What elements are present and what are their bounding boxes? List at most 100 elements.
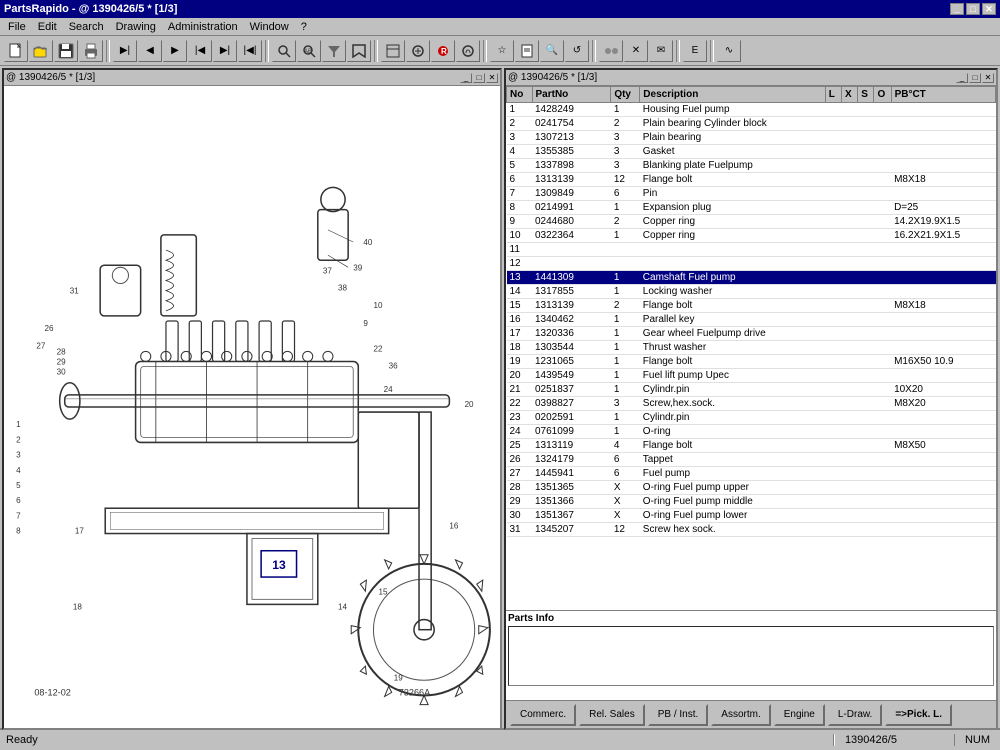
- table-cell: 0214991: [532, 201, 611, 215]
- assortm-button[interactable]: Assortm.: [711, 704, 770, 726]
- table-cell: [842, 523, 858, 537]
- toolbar-filter[interactable]: [322, 40, 346, 62]
- table-cell: 14.2X19.9X1.5: [891, 215, 995, 229]
- table-row[interactable]: 1613404621Parallel key: [507, 313, 996, 327]
- toolbar-wave[interactable]: ∿: [717, 40, 741, 62]
- parts-table-wrapper[interactable]: No PartNo Qty Description L X S O PB°CT …: [506, 86, 996, 610]
- table-row[interactable]: 281351365XO-ring Fuel pump upper: [507, 481, 996, 495]
- l-draw-button[interactable]: L-Draw.: [828, 704, 882, 726]
- left-min-button[interactable]: _: [460, 73, 472, 83]
- table-cell: 4: [507, 145, 533, 159]
- menu-administration[interactable]: Administration: [162, 19, 244, 35]
- toolbar-nav3[interactable]: ▶: [163, 40, 187, 62]
- toolbar-x-btn[interactable]: ✕: [624, 40, 648, 62]
- table-row[interactable]: 1912310651Flange boltM16X50 10.9: [507, 355, 996, 369]
- engine-button[interactable]: Engine: [774, 704, 825, 726]
- table-row[interactable]: 313072133Plain bearing: [507, 131, 996, 145]
- toolbar-nav5[interactable]: ▶|: [213, 40, 237, 62]
- table-row[interactable]: 802149911Expansion plugD=25: [507, 201, 996, 215]
- table-row[interactable]: 1513131392Flange boltM8X18: [507, 299, 996, 313]
- table-row[interactable]: 2714459416Fuel pump: [507, 467, 996, 481]
- table-row[interactable]: 902446802Copper ring14.2X19.9X1.5: [507, 215, 996, 229]
- close-button[interactable]: ✕: [982, 3, 996, 15]
- toolbar-mail[interactable]: ✉: [649, 40, 673, 62]
- left-close-button[interactable]: ✕: [486, 73, 498, 83]
- left-max-button[interactable]: □: [473, 73, 485, 83]
- menu-drawing[interactable]: Drawing: [110, 19, 162, 35]
- toolbar-refresh[interactable]: ↺: [565, 40, 589, 62]
- pick-l-button[interactable]: =>Pick. L.: [885, 704, 952, 726]
- table-row[interactable]: 2513131194Flange boltM8X50: [507, 439, 996, 453]
- table-row[interactable]: 202417542Plain bearing Cylinder block: [507, 117, 996, 131]
- table-row[interactable]: 1314413091Camshaft Fuel pump: [507, 271, 996, 285]
- toolbar-extra1[interactable]: [381, 40, 405, 62]
- left-window-title-text: @ 1390426/5 * [1/3]: [6, 72, 95, 83]
- table-cell: [825, 159, 841, 173]
- toolbar-doc[interactable]: [515, 40, 539, 62]
- table-cell: 1317855: [532, 285, 611, 299]
- table-row[interactable]: 12: [507, 257, 996, 271]
- toolbar-nav4[interactable]: |◀: [188, 40, 212, 62]
- table-cell: 1445941: [532, 467, 611, 481]
- toolbar-save[interactable]: [54, 40, 78, 62]
- pb-inst-button[interactable]: PB / Inst.: [648, 704, 709, 726]
- table-cell: [858, 313, 874, 327]
- toolbar-open[interactable]: [29, 40, 53, 62]
- table-row[interactable]: 2014395491Fuel lift pump Upec: [507, 369, 996, 383]
- table-cell: [891, 341, 995, 355]
- table-row[interactable]: 513378983Blanking plate Fuelpump: [507, 159, 996, 173]
- toolbar-print[interactable]: [79, 40, 103, 62]
- table-row[interactable]: 2203988273Screw,hex.sock.M8X20: [507, 397, 996, 411]
- toolbar-bookmark[interactable]: [347, 40, 371, 62]
- table-row[interactable]: 31134520712Screw hex sock.: [507, 523, 996, 537]
- toolbar-search2[interactable]: AB: [297, 40, 321, 62]
- table-row[interactable]: 2302025911Cylindr.pin: [507, 411, 996, 425]
- right-max-button[interactable]: □: [969, 73, 981, 83]
- right-min-button[interactable]: _: [956, 73, 968, 83]
- table-row[interactable]: 713098496Pin: [507, 187, 996, 201]
- table-cell: 1439549: [532, 369, 611, 383]
- table-row[interactable]: 11: [507, 243, 996, 257]
- table-cell: O-ring Fuel pump middle: [640, 495, 825, 509]
- table-row[interactable]: 1713203361Gear wheel Fuelpump drive: [507, 327, 996, 341]
- menu-edit[interactable]: Edit: [32, 19, 63, 35]
- toolbar-search3[interactable]: 🔍: [540, 40, 564, 62]
- toolbar-search1[interactable]: [272, 40, 296, 62]
- status-num: NUM: [954, 734, 1000, 746]
- right-close-button[interactable]: ✕: [982, 73, 994, 83]
- toolbar-star[interactable]: ☆: [490, 40, 514, 62]
- table-cell: [858, 159, 874, 173]
- table-row[interactable]: 1413178551Locking washer: [507, 285, 996, 299]
- commerce-button[interactable]: Commerc.: [510, 704, 576, 726]
- table-cell: 0251837: [532, 383, 611, 397]
- maximize-button[interactable]: □: [966, 3, 980, 15]
- toolbar-nav6[interactable]: |◀|: [238, 40, 262, 62]
- table-row[interactable]: 1813035441Thrust washer: [507, 341, 996, 355]
- table-row[interactable]: 2613241796Tappet: [507, 453, 996, 467]
- toolbar-E[interactable]: E: [683, 40, 707, 62]
- table-row[interactable]: 6131313912Flange boltM8X18: [507, 173, 996, 187]
- toolbar-extra3[interactable]: R: [431, 40, 455, 62]
- table-row[interactable]: 413553853Gasket: [507, 145, 996, 159]
- menu-help[interactable]: ?: [295, 19, 313, 35]
- table-row[interactable]: 2407610991O-ring: [507, 425, 996, 439]
- menu-search[interactable]: Search: [63, 19, 110, 35]
- table-row[interactable]: 291351366XO-ring Fuel pump middle: [507, 495, 996, 509]
- toolbar-extra4[interactable]: [456, 40, 480, 62]
- toolbar-extra2[interactable]: [406, 40, 430, 62]
- table-row[interactable]: 114282491Housing Fuel pump: [507, 103, 996, 117]
- toolbar-new[interactable]: [4, 40, 28, 62]
- table-cell: 1: [611, 355, 640, 369]
- minimize-button[interactable]: _: [950, 3, 964, 15]
- menu-file[interactable]: File: [2, 19, 32, 35]
- table-cell: Expansion plug: [640, 201, 825, 215]
- svg-text:16: 16: [449, 521, 458, 530]
- toolbar-nav1[interactable]: ▶|: [113, 40, 137, 62]
- toolbar-nav2[interactable]: ◀: [138, 40, 162, 62]
- table-row[interactable]: 1003223641Copper ring16.2X21.9X1.5: [507, 229, 996, 243]
- table-row[interactable]: 301351367XO-ring Fuel pump lower: [507, 509, 996, 523]
- rel-sales-button[interactable]: Rel. Sales: [579, 704, 645, 726]
- menu-window[interactable]: Window: [244, 19, 295, 35]
- toolbar-grid[interactable]: [599, 40, 623, 62]
- table-row[interactable]: 2102518371Cylindr.pin10X20: [507, 383, 996, 397]
